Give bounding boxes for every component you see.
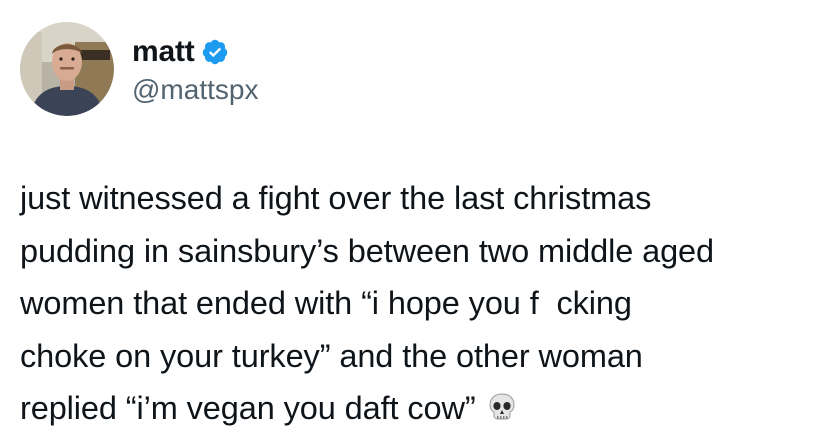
verified-badge-icon: [201, 38, 229, 66]
tweet-text-line: replied “i’m vegan you daft cow”: [20, 390, 476, 426]
author-names: matt @mattspx: [132, 32, 258, 106]
tweet-text-line: women that ended with “i hope you f ckin…: [20, 285, 632, 321]
tweet-text-line: pudding in sainsbury’s between two middl…: [20, 232, 715, 269]
tweet-text-line: just witnessed a fight over the last chr…: [20, 180, 652, 216]
avatar-image: [20, 22, 114, 116]
name-row: matt: [132, 32, 258, 72]
tweet-text: just witnessed a fight over the last chr…: [20, 172, 810, 435]
display-name[interactable]: matt: [132, 35, 195, 69]
tweet-header: matt @mattspx: [20, 22, 258, 116]
tweet-text-last-line: replied “i’m vegan you daft cow”: [20, 382, 810, 435]
skull-emoji-icon: [486, 386, 518, 420]
tweet-card: matt @mattspx just witnessed a fight ove…: [0, 0, 828, 436]
tweet-text-line: choke on your turkey” and the other woma…: [20, 337, 643, 374]
author-handle[interactable]: @mattspx: [132, 74, 258, 106]
avatar[interactable]: [20, 22, 114, 116]
